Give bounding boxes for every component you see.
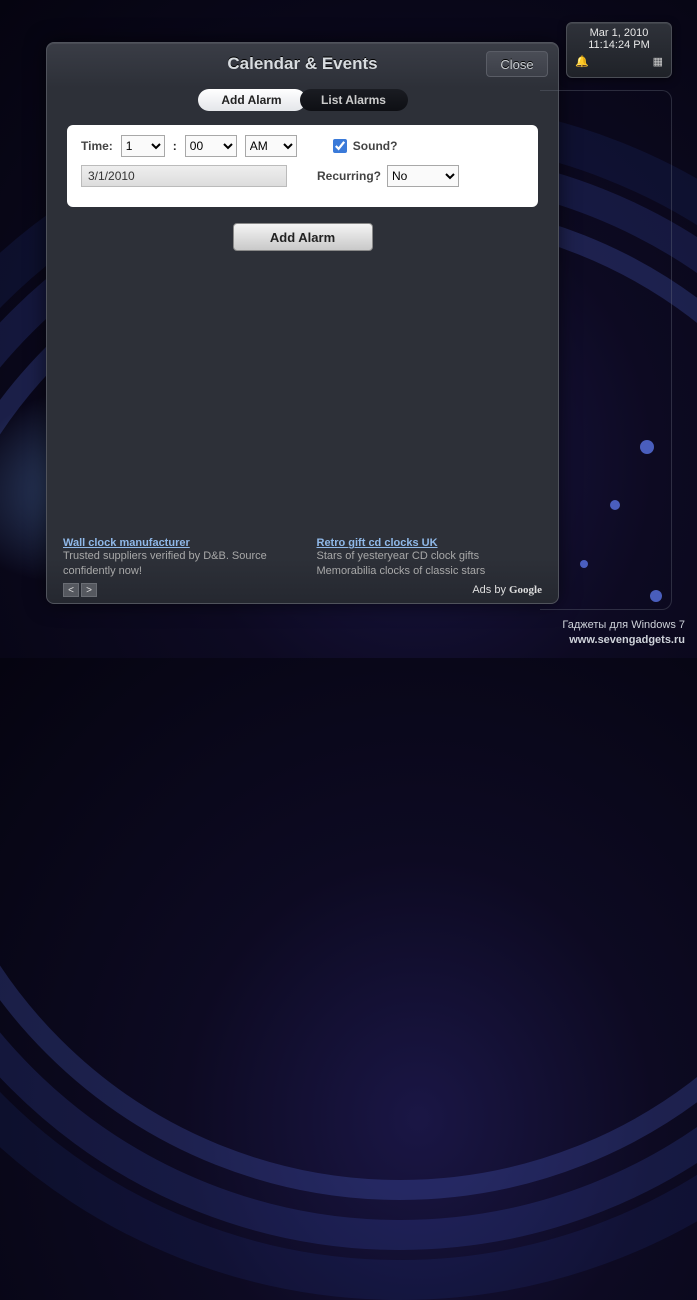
watermark: Гаджеты для Windows 7 www.sevengadgets.r… bbox=[562, 618, 685, 648]
minute-select[interactable]: 00 bbox=[185, 135, 237, 157]
ad-prev-button[interactable]: < bbox=[63, 583, 79, 597]
time-colon: : bbox=[173, 139, 177, 153]
tab-add-alarm[interactable]: Add Alarm bbox=[198, 89, 306, 111]
calendar-events-panel: Calendar & Events Close Add Alarm List A… bbox=[46, 42, 559, 604]
sound-checkbox[interactable] bbox=[333, 139, 347, 153]
date-input[interactable] bbox=[81, 165, 287, 187]
ad-item: Wall clock manufacturer Trusted supplier… bbox=[63, 537, 289, 579]
bell-icon[interactable]: 🔔 bbox=[575, 55, 589, 68]
hour-select[interactable]: 1 bbox=[121, 135, 165, 157]
close-button[interactable]: Close bbox=[486, 51, 548, 77]
ampm-select[interactable]: AM bbox=[245, 135, 297, 157]
ad-link[interactable]: Wall clock manufacturer bbox=[63, 537, 289, 549]
clock-date: Mar 1, 2010 bbox=[567, 27, 671, 39]
sound-label: Sound? bbox=[353, 139, 398, 153]
watermark-line1: Гаджеты для Windows 7 bbox=[562, 618, 685, 633]
recurring-label: Recurring? bbox=[317, 169, 381, 183]
ad-link[interactable]: Retro gift cd clocks UK bbox=[317, 537, 543, 549]
ad-item: Retro gift cd clocks UK Stars of yestery… bbox=[317, 537, 543, 579]
tabs: Add Alarm List Alarms bbox=[47, 85, 558, 119]
titlebar: Calendar & Events Close bbox=[47, 43, 558, 85]
calendar-icon[interactable]: ▦ bbox=[653, 55, 663, 68]
recurring-select[interactable]: No bbox=[387, 165, 459, 187]
ads-byline: Ads by Google bbox=[472, 584, 542, 596]
outline-panel bbox=[540, 90, 672, 610]
time-label: Time: bbox=[81, 139, 113, 153]
watermark-line2: www.sevengadgets.ru bbox=[562, 633, 685, 648]
ads-block: Wall clock manufacturer Trusted supplier… bbox=[63, 537, 542, 597]
clock-gadget: Mar 1, 2010 11:14:24 PM 🔔 ▦ bbox=[566, 22, 672, 78]
add-alarm-button[interactable]: Add Alarm bbox=[233, 223, 373, 251]
ad-next-button[interactable]: > bbox=[81, 583, 97, 597]
ad-desc: Stars of yesteryear CD clock gifts Memor… bbox=[317, 549, 543, 579]
tab-list-alarms[interactable]: List Alarms bbox=[300, 89, 408, 111]
ad-desc: Trusted suppliers verified by D&B. Sourc… bbox=[63, 549, 289, 579]
panel-title: Calendar & Events bbox=[227, 54, 377, 74]
alarm-form: Time: 1 : 00 AM Sound? Recurring? No bbox=[67, 125, 538, 207]
clock-time: 11:14:24 PM bbox=[567, 39, 671, 51]
